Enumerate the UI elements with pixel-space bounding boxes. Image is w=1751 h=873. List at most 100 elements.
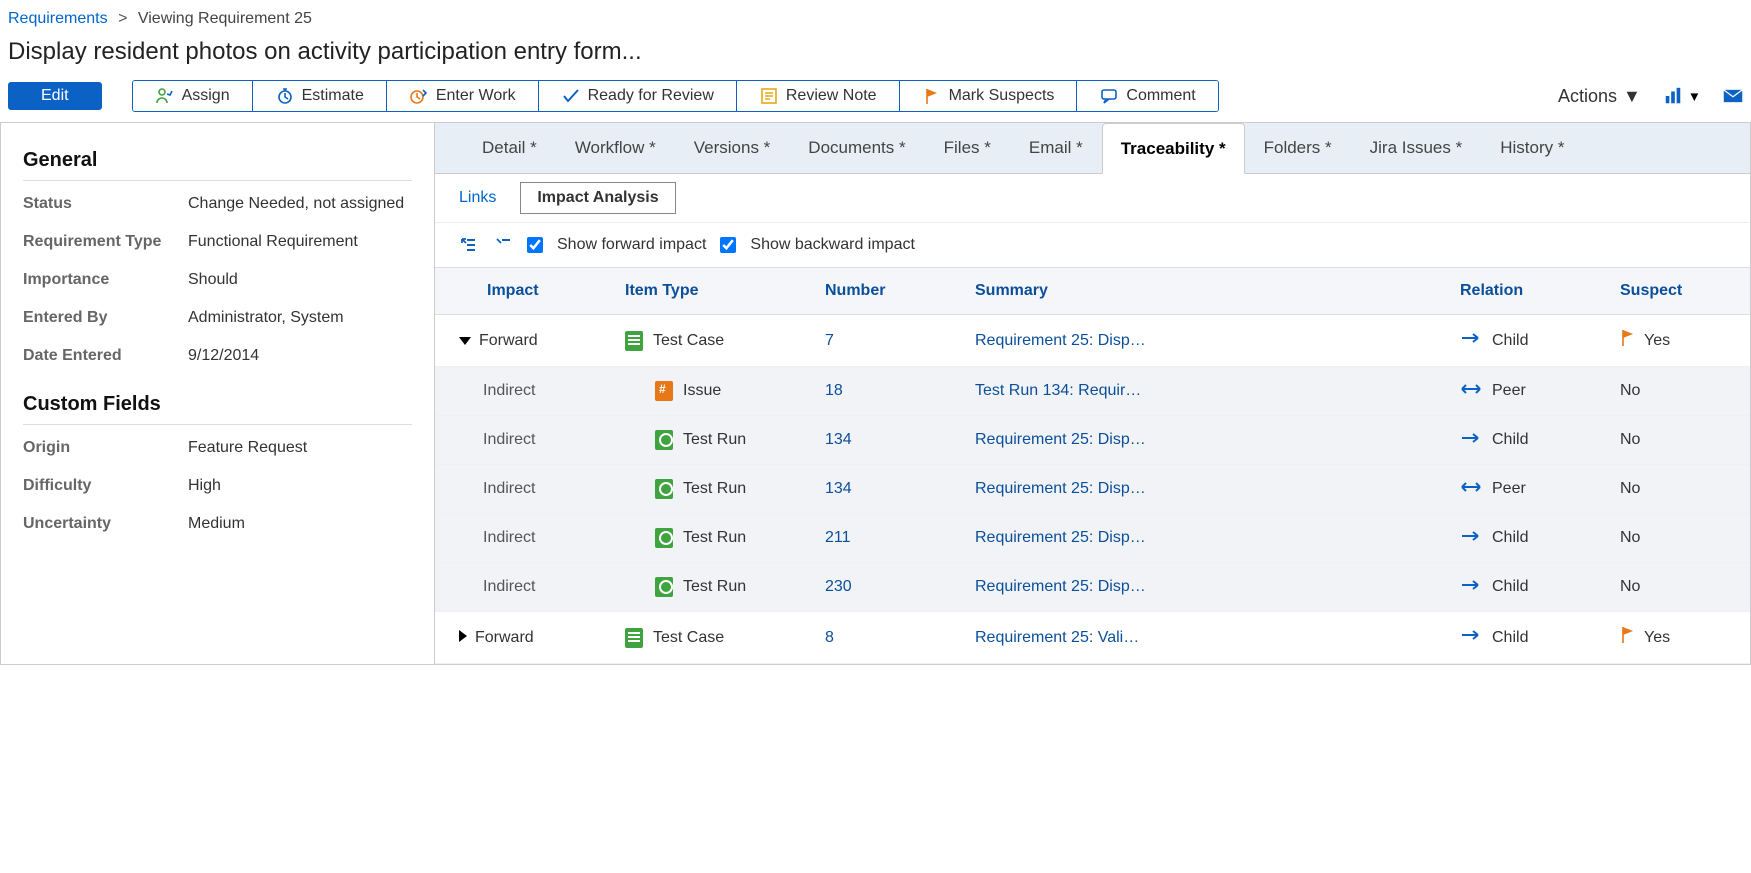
issue-icon <box>655 381 673 401</box>
item-summary-link[interactable]: Test Run 134: Requir… <box>975 382 1141 399</box>
cell-number: 134 <box>815 416 965 465</box>
comment-icon <box>1099 86 1119 106</box>
cell-number: 230 <box>815 563 965 612</box>
comment-button[interactable]: Comment <box>1076 81 1217 111</box>
column-header-number[interactable]: Number <box>815 268 965 315</box>
general-field-label: Importance <box>23 271 188 289</box>
sub-tab-bar: Links Impact Analysis <box>435 174 1750 223</box>
item-number-link[interactable]: 134 <box>825 480 852 497</box>
expand-toggle-icon[interactable] <box>459 337 471 345</box>
review-note-button[interactable]: Review Note <box>736 81 899 111</box>
comment-label: Comment <box>1126 87 1195 105</box>
bar-chart-icon <box>1663 86 1683 106</box>
breadcrumb-root-link[interactable]: Requirements <box>8 10 108 27</box>
column-header-relation[interactable]: Relation <box>1450 268 1610 315</box>
item-number-link[interactable]: 230 <box>825 578 852 595</box>
collapse-all-icon[interactable] <box>493 235 513 255</box>
item-summary-link[interactable]: Requirement 25: Vali… <box>975 629 1139 646</box>
tab-files[interactable]: Files * <box>925 123 1010 173</box>
show-backward-checkbox[interactable] <box>720 237 736 253</box>
edit-button[interactable]: Edit <box>8 82 102 110</box>
relation-arrow-icon <box>1460 480 1482 499</box>
ready-for-review-button[interactable]: Ready for Review <box>538 81 736 111</box>
custom-field-value: Medium <box>188 515 412 533</box>
tab-traceability[interactable]: Traceability * <box>1102 123 1245 174</box>
column-header-summary[interactable]: Summary <box>965 268 1450 315</box>
item-summary-link[interactable]: Requirement 25: Disp… <box>975 578 1146 595</box>
show-forward-label: Show forward impact <box>557 236 706 254</box>
relation-arrow-icon <box>1460 431 1482 450</box>
tab-jira-issues[interactable]: Jira Issues * <box>1351 123 1482 173</box>
tab-detail[interactable]: Detail * <box>463 123 556 173</box>
enter-work-label: Enter Work <box>436 87 516 105</box>
expand-toggle-icon[interactable] <box>459 630 467 642</box>
cell-summary: Requirement 25: Disp… <box>965 465 1450 514</box>
cell-suspect: No <box>1610 563 1750 612</box>
item-summary-link[interactable]: Requirement 25: Disp… <box>975 332 1146 349</box>
subtab-links[interactable]: Links <box>459 189 496 207</box>
estimate-label: Estimate <box>302 87 364 105</box>
item-number-link[interactable]: 7 <box>825 332 834 349</box>
item-number-link[interactable]: 8 <box>825 629 834 646</box>
enter-work-button[interactable]: Enter Work <box>386 81 538 111</box>
general-field-row: Entered ByAdministrator, System <box>23 309 412 327</box>
chart-dropdown[interactable]: ▼ <box>1663 86 1701 106</box>
test-run-icon <box>655 528 673 548</box>
main-content: General StatusChange Needed, not assigne… <box>0 122 1751 665</box>
item-summary-link[interactable]: Requirement 25: Disp… <box>975 431 1146 448</box>
enter-work-icon <box>409 86 429 106</box>
mark-suspects-button[interactable]: Mark Suspects <box>899 81 1077 111</box>
email-button[interactable] <box>1723 86 1743 106</box>
flag-icon <box>922 86 942 106</box>
tab-documents[interactable]: Documents * <box>789 123 924 173</box>
cell-item-type: Test Run <box>615 563 815 612</box>
actions-label: Actions <box>1558 86 1617 107</box>
breadcrumb-current: Viewing Requirement 25 <box>138 10 312 27</box>
expand-all-icon[interactable] <box>459 235 479 255</box>
cell-summary: Requirement 25: Vali… <box>965 612 1450 664</box>
item-summary-link[interactable]: Requirement 25: Disp… <box>975 529 1146 546</box>
table-row[interactable]: IndirectTest Run230Requirement 25: Disp…… <box>435 563 1750 612</box>
general-field-row: StatusChange Needed, not assigned <box>23 195 412 213</box>
cell-item-type: Test Case <box>615 612 815 664</box>
column-header-suspect[interactable]: Suspect <box>1610 268 1750 315</box>
envelope-icon <box>1723 86 1743 106</box>
cell-relation: Child <box>1450 514 1610 563</box>
item-number-link[interactable]: 211 <box>825 529 851 546</box>
tab-workflow[interactable]: Workflow * <box>556 123 675 173</box>
item-number-link[interactable]: 134 <box>825 431 852 448</box>
item-summary-link[interactable]: Requirement 25: Disp… <box>975 480 1146 497</box>
tab-folders[interactable]: Folders * <box>1245 123 1351 173</box>
tab-history[interactable]: History * <box>1481 123 1583 173</box>
cell-number: 7 <box>815 315 965 367</box>
table-row[interactable]: IndirectTest Run134Requirement 25: Disp…… <box>435 465 1750 514</box>
item-number-link[interactable]: 18 <box>825 382 843 399</box>
general-field-row: Date Entered9/12/2014 <box>23 347 412 365</box>
table-row[interactable]: IndirectTest Run211Requirement 25: Disp…… <box>435 514 1750 563</box>
test-run-icon <box>655 577 673 597</box>
review-note-label: Review Note <box>786 87 877 105</box>
table-row[interactable]: IndirectTest Run134Requirement 25: Disp…… <box>435 416 1750 465</box>
impact-table: ImpactItem TypeNumberSummaryRelationSusp… <box>435 267 1750 664</box>
actions-dropdown[interactable]: Actions ▼ <box>1558 86 1641 107</box>
cell-relation: Peer <box>1450 367 1610 416</box>
assign-button[interactable]: Assign <box>133 81 252 111</box>
column-header-item-type[interactable]: Item Type <box>615 268 815 315</box>
stopwatch-icon <box>275 86 295 106</box>
custom-field-value: Feature Request <box>188 439 412 457</box>
subtab-impact-analysis[interactable]: Impact Analysis <box>520 182 675 214</box>
cell-impact: Forward <box>435 315 615 367</box>
cell-item-type: Test Case <box>615 315 815 367</box>
column-header-impact[interactable]: Impact <box>435 268 615 315</box>
show-forward-checkbox[interactable] <box>527 237 543 253</box>
relation-arrow-icon <box>1460 382 1482 401</box>
suspect-flag-icon <box>1620 329 1636 352</box>
table-row[interactable]: ForwardTest Case7Requirement 25: Disp…Ch… <box>435 315 1750 367</box>
estimate-button[interactable]: Estimate <box>252 81 386 111</box>
general-field-value: Change Needed, not assigned <box>188 195 412 213</box>
table-row[interactable]: ForwardTest Case8Requirement 25: Vali…Ch… <box>435 612 1750 664</box>
general-field-value: 9/12/2014 <box>188 347 412 365</box>
table-row[interactable]: IndirectIssue18Test Run 134: Requir…Peer… <box>435 367 1750 416</box>
tab-email[interactable]: Email * <box>1010 123 1102 173</box>
tab-versions[interactable]: Versions * <box>675 123 790 173</box>
